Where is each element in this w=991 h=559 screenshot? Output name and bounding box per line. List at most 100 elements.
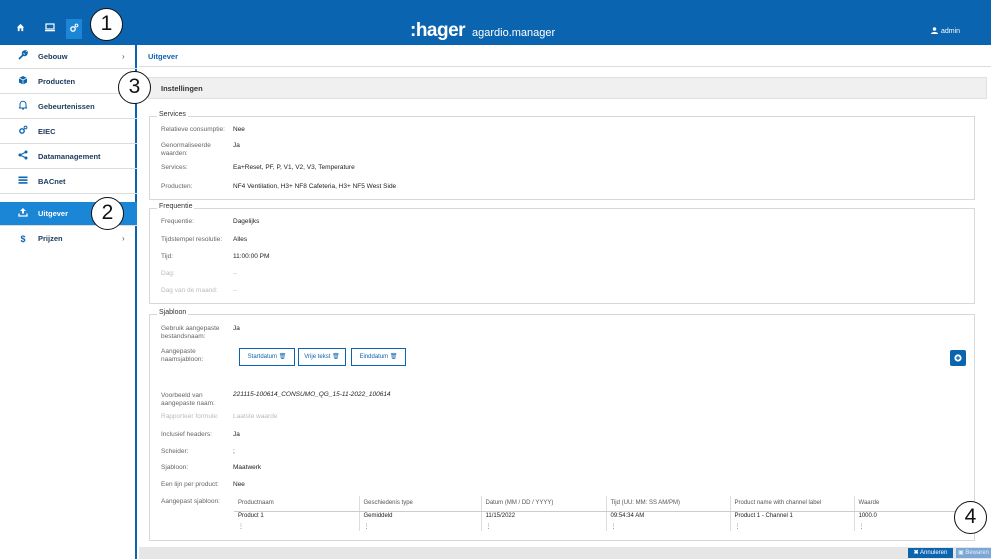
top-bar: :hager agardio.manager admin: [0, 0, 991, 45]
add-chip-button[interactable]: [950, 350, 966, 366]
drag-handle-icon[interactable]: ⋮: [605, 521, 730, 531]
field-label: Scheider:: [161, 448, 189, 455]
chip-label: Vrije tekst: [304, 354, 333, 360]
field-label: Gebruik aangepaste bestandsnaam:: [161, 325, 220, 340]
sidebar-item-label: Datamanagement: [38, 152, 101, 161]
table-row: Product 1 Gemiddeld 11/15/2022 09:54:34 …: [234, 511, 974, 521]
chevron-right-icon: ›: [122, 234, 125, 243]
table-row-handles: ⋮ ⋮ ⋮ ⋮ ⋮ ⋮: [234, 521, 974, 531]
section-title: Services: [157, 111, 188, 118]
field-value: Nee: [233, 481, 245, 488]
user-name: admin: [941, 28, 961, 35]
list-icon: [17, 170, 29, 194]
column-header: Product name with channel label: [729, 496, 854, 512]
home-icon[interactable]: [14, 23, 26, 35]
sidebar-item-label: EIEC: [38, 127, 56, 136]
field-label: Services:: [161, 164, 188, 171]
save-button[interactable]: ▣ Bewaren: [956, 548, 991, 558]
einddatum-chip[interactable]: Einddatum 🗑: [351, 348, 406, 366]
field-value: Ea+Reset, PF, P, V1, V2, V3, Temperature: [233, 164, 355, 171]
field-value: Ja: [233, 142, 240, 149]
chevron-right-icon: ›: [122, 52, 125, 61]
table-cell: 09:54:34 AM: [605, 511, 730, 521]
section-title: Sjabloon: [157, 309, 189, 316]
field-value: 11:00:00 PM: [233, 253, 270, 260]
dollar-icon: $: [20, 234, 26, 244]
sidebar-item-eiec[interactable]: EIEC: [0, 120, 137, 144]
column-header: Productnaam: [234, 496, 359, 512]
field-value: Maatwerk: [233, 464, 262, 471]
field-label: Voorbeeld van aangepaste naam:: [161, 392, 215, 407]
sidebar-item-label: Uitgever: [38, 209, 69, 218]
sidebar-item-prijzen[interactable]: $ Prijzen ›: [0, 227, 137, 251]
sidebar-item-datamanagement[interactable]: Datamanagement: [0, 145, 137, 169]
field-value: --: [233, 287, 238, 294]
field-label: Producten:: [161, 183, 193, 190]
chip-label: Einddatum: [359, 354, 390, 360]
frequentie-section: Frequentie Frequentie: Dagelijks Tijdste…: [149, 203, 975, 304]
field-label: Tijd:: [161, 253, 174, 260]
field-value: ;: [233, 448, 235, 455]
services-section: Services Relatieve consumptie: Nee Genor…: [149, 111, 975, 200]
sidebar-item-label: Gebouw: [38, 52, 68, 61]
field-label: Genormaliseerde waarden:: [161, 142, 211, 157]
table-cell: Product 1 - Channel 1: [729, 511, 854, 521]
callout-4: 4: [954, 501, 987, 534]
column-header: Datum (MM / DD / YYYY): [480, 496, 606, 512]
startdatum-chip[interactable]: Startdatum 🗑: [239, 348, 295, 366]
close-icon: ✖: [913, 550, 919, 556]
hager-logo: :hager: [410, 20, 466, 41]
field-label: Aangepast sjabloon:: [161, 498, 220, 505]
sidebar-item-gebouw[interactable]: Gebouw ›: [0, 45, 137, 69]
trash-icon[interactable]: 🗑: [390, 354, 398, 360]
field-value: Ja: [233, 431, 240, 438]
sidebar-item-producten[interactable]: Producten: [0, 70, 137, 94]
field-label: Sjabloon:: [161, 464, 189, 471]
field-value: 221115-100614_CONSUMO_QG_15-11-2022_1006…: [233, 391, 391, 398]
trash-icon[interactable]: 🗑: [332, 354, 340, 360]
drag-handle-icon[interactable]: ⋮: [358, 521, 481, 531]
tab-instellingen[interactable]: Instellingen: [161, 84, 203, 93]
drag-handle-icon[interactable]: ⋮: [480, 521, 606, 531]
trash-icon[interactable]: 🗑: [279, 354, 287, 360]
table-cell: Product 1: [238, 513, 264, 520]
callout-3: 3: [118, 71, 151, 104]
sidebar-item-label: BACnet: [38, 177, 66, 186]
field-label: Rapporteer formule:: [161, 413, 219, 420]
table-header-row: Productnaam Geschiedenis type Datum (MM …: [234, 496, 974, 512]
cogs-icon[interactable]: [68, 23, 80, 35]
callout-2: 2: [91, 197, 124, 230]
cancel-button[interactable]: ✖ Annuleren: [908, 548, 953, 558]
chip-label: Startdatum: [247, 354, 279, 360]
breadcrumb[interactable]: Uitgever: [148, 52, 178, 61]
monitor-icon[interactable]: [44, 23, 56, 35]
section-title: Frequentie: [157, 203, 195, 210]
drag-handle-icon[interactable]: ⋮: [234, 521, 359, 531]
table-cell: Gemiddeld: [358, 511, 481, 521]
column-header: Tijd (UU: MM: SS AM/PM): [605, 496, 730, 512]
field-value: Alles: [233, 236, 248, 243]
field-value: Laatste waarde: [233, 413, 278, 420]
bell-icon: [17, 95, 29, 119]
user-menu[interactable]: admin: [931, 27, 960, 37]
field-label: Aangepaste naamsjabloon:: [161, 348, 204, 363]
field-value: Dagelijks: [233, 218, 260, 225]
field-value: Nee: [233, 126, 245, 133]
breadcrumb-bar: Uitgever: [139, 45, 991, 67]
field-label: Inclusief headers:: [161, 431, 212, 438]
drag-handle-icon[interactable]: ⋮: [729, 521, 854, 531]
vrije-tekst-chip[interactable]: Vrije tekst 🗑: [298, 348, 346, 366]
field-label: Frequentie:: [161, 218, 194, 225]
save-label: Bewaren: [965, 550, 990, 556]
field-label: Relatieve consumptie:: [161, 126, 225, 133]
sidebar-item-bacnet[interactable]: BACnet: [0, 170, 137, 194]
user-icon: [931, 27, 938, 34]
cube-icon: [17, 70, 29, 94]
sidebar-item-label: Gebeurtenissen: [38, 102, 95, 111]
field-value: Ja: [233, 325, 240, 332]
field-value: NF4 Ventilation, H3+ NF8 Cafeteria, H3+ …: [233, 183, 397, 190]
field-label: Tijdstempel resolutie:: [161, 236, 223, 243]
sidebar-item-gebeurtenissen[interactable]: Gebeurtenissen: [0, 95, 137, 119]
wrench-icon: [17, 45, 29, 69]
footer-bar: [139, 547, 991, 559]
